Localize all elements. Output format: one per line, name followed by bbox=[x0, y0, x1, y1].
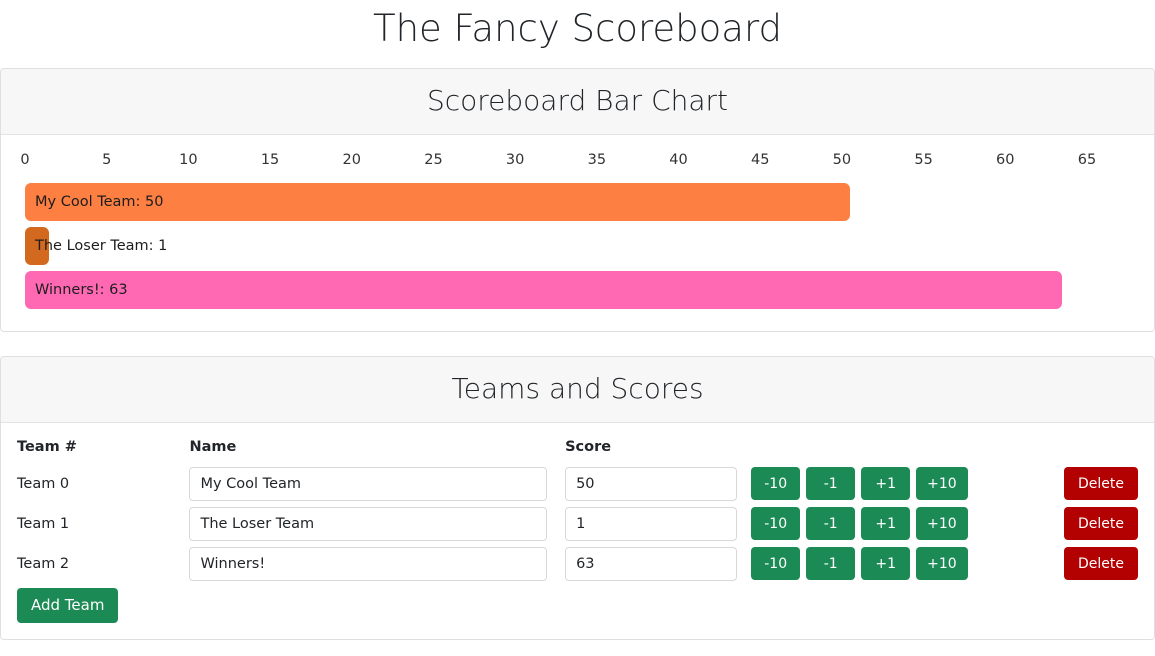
team-score-input[interactable] bbox=[565, 546, 738, 581]
chart-card-header: Scoreboard Bar Chart bbox=[1, 69, 1154, 135]
add-team-button[interactable]: Add Team bbox=[17, 587, 119, 623]
teams-table-body: Team 0-10-1+1+10DeleteTeam 1-10-1+1+10De… bbox=[17, 464, 1138, 584]
table-row: Team 0 -10-1+1+10 Delete bbox=[17, 464, 1138, 504]
score-adjust-cell: -10 -1 +1 +10 bbox=[751, 464, 1029, 504]
scoreboard-chart-card: Scoreboard Bar Chart 0 5 10 15 20 25 30 35 40 45 5… bbox=[0, 68, 1155, 332]
chart-bar-label: My Cool Team: 50 bbox=[35, 193, 164, 210]
x-axis-tick-label: 10 bbox=[179, 151, 198, 168]
team-name-cell bbox=[189, 464, 565, 504]
score-minus10-button[interactable]: -10 bbox=[751, 547, 801, 581]
team-name-cell bbox=[189, 544, 565, 584]
score-minus10-button[interactable]: -10 bbox=[751, 467, 801, 501]
x-axis-tick-label: 40 bbox=[669, 151, 688, 168]
column-header-adjust bbox=[751, 435, 1029, 464]
chart-bar bbox=[25, 270, 1063, 309]
team-number-label: Team 0 bbox=[17, 475, 70, 492]
team-score-cell bbox=[565, 464, 751, 504]
table-card-header: Teams and Scores bbox=[1, 356, 1154, 423]
score-minus10-button[interactable]: -10 bbox=[751, 507, 801, 541]
team-score-cell bbox=[565, 544, 751, 584]
chart-bar-row: My Cool Team: 50 bbox=[17, 182, 1138, 227]
score-plus1-button[interactable]: +1 bbox=[861, 507, 911, 541]
team-number-label: Team 2 bbox=[17, 555, 70, 572]
score-minus1-button[interactable]: -1 bbox=[806, 507, 856, 541]
delete-team-button[interactable]: Delete bbox=[1064, 507, 1138, 541]
team-name-input[interactable] bbox=[189, 546, 548, 581]
score-adjust-cell: -10 -1 +1 +10 bbox=[751, 504, 1029, 544]
score-plus10-button[interactable]: +10 bbox=[916, 467, 968, 501]
score-adjust-button-group: -10 -1 +1 +10 bbox=[751, 507, 1029, 541]
x-axis-tick-label: 35 bbox=[587, 151, 607, 168]
chart-card-title: Scoreboard Bar Chart bbox=[426, 84, 729, 118]
column-header-team-number: Team # bbox=[17, 438, 77, 455]
column-header-score: Score bbox=[565, 438, 612, 455]
team-name-cell bbox=[189, 504, 565, 544]
score-adjust-cell: -10 -1 +1 +10 bbox=[751, 544, 1029, 584]
score-minus1-button[interactable]: -1 bbox=[806, 547, 856, 581]
teams-table: Team # Name Score Team 0-10-1+1+10Delete… bbox=[17, 435, 1138, 584]
teams-and-scores-card: Teams and Scores Team # Name Score Team … bbox=[0, 355, 1155, 640]
score-adjust-button-group: -10 -1 +1 +10 bbox=[751, 547, 1029, 581]
x-axis-tick-label: 15 bbox=[260, 151, 280, 168]
team-score-input[interactable] bbox=[565, 466, 738, 501]
team-number-label: Team 1 bbox=[17, 515, 70, 532]
team-name-input[interactable] bbox=[189, 506, 548, 541]
chart-bar-label: Winners!: 63 bbox=[35, 281, 128, 298]
x-axis-tick-label: 60 bbox=[996, 151, 1015, 168]
chart-card-body: 0 5 10 15 20 25 30 35 40 45 50 55 60 65 My Cool Team:… bbox=[1, 134, 1154, 331]
table-card-title: Teams and Scores bbox=[451, 371, 704, 405]
score-plus1-button[interactable]: +1 bbox=[861, 467, 911, 501]
table-header-row: Team # Name Score bbox=[17, 435, 1138, 464]
x-axis-tick-label: 65 bbox=[1077, 151, 1097, 168]
column-header-name: Name bbox=[189, 438, 237, 455]
column-header-delete bbox=[1029, 435, 1138, 464]
team-name-input[interactable] bbox=[189, 466, 548, 501]
x-axis-tick-label: 0 bbox=[20, 151, 30, 168]
chart-bar-row: The Loser Team: 1 bbox=[17, 226, 1138, 271]
team-score-cell bbox=[565, 504, 751, 544]
delete-cell: Delete bbox=[1029, 544, 1138, 584]
x-axis-tick-label: 25 bbox=[424, 151, 443, 168]
chart-bar-label: The Loser Team: 1 bbox=[35, 237, 168, 254]
table-row: Team 2 -10-1+1+10 Delete bbox=[17, 544, 1138, 584]
score-plus10-button[interactable]: +10 bbox=[916, 507, 968, 541]
score-plus10-button[interactable]: +10 bbox=[916, 547, 968, 581]
teams-table-head: Team # Name Score bbox=[17, 435, 1138, 464]
page-title: The Fancy Scoreboard bbox=[372, 7, 783, 50]
table-card-body: Team # Name Score Team 0-10-1+1+10Delete… bbox=[1, 422, 1154, 639]
delete-team-button[interactable]: Delete bbox=[1064, 467, 1138, 501]
x-axis-tick-label: 55 bbox=[914, 151, 933, 168]
x-axis-tick-label: 20 bbox=[342, 151, 361, 168]
score-adjust-button-group: -10 -1 +1 +10 bbox=[751, 467, 1029, 501]
x-axis-tick-label: 5 bbox=[102, 151, 112, 168]
score-plus1-button[interactable]: +1 bbox=[861, 547, 911, 581]
x-axis-tick-label: 45 bbox=[750, 151, 770, 168]
delete-cell: Delete bbox=[1029, 464, 1138, 504]
chart-x-axis: 0 5 10 15 20 25 30 35 40 45 50 55 60 65 bbox=[17, 147, 1138, 177]
bar-chart: 0 5 10 15 20 25 30 35 40 45 50 55 60 65 My Cool Team:… bbox=[17, 147, 1138, 315]
chart-bar-row: Winners!: 63 bbox=[17, 270, 1138, 315]
score-minus1-button[interactable]: -1 bbox=[806, 467, 856, 501]
chart-bars: My Cool Team: 50 The Loser Team: 1 Winners… bbox=[17, 182, 1138, 315]
delete-team-button[interactable]: Delete bbox=[1064, 547, 1138, 581]
x-axis-tick-label: 30 bbox=[505, 151, 525, 168]
team-score-input[interactable] bbox=[565, 506, 738, 541]
table-row: Team 1 -10-1+1+10 Delete bbox=[17, 504, 1138, 544]
delete-cell: Delete bbox=[1029, 504, 1138, 544]
x-axis-tick-label: 50 bbox=[832, 151, 852, 168]
